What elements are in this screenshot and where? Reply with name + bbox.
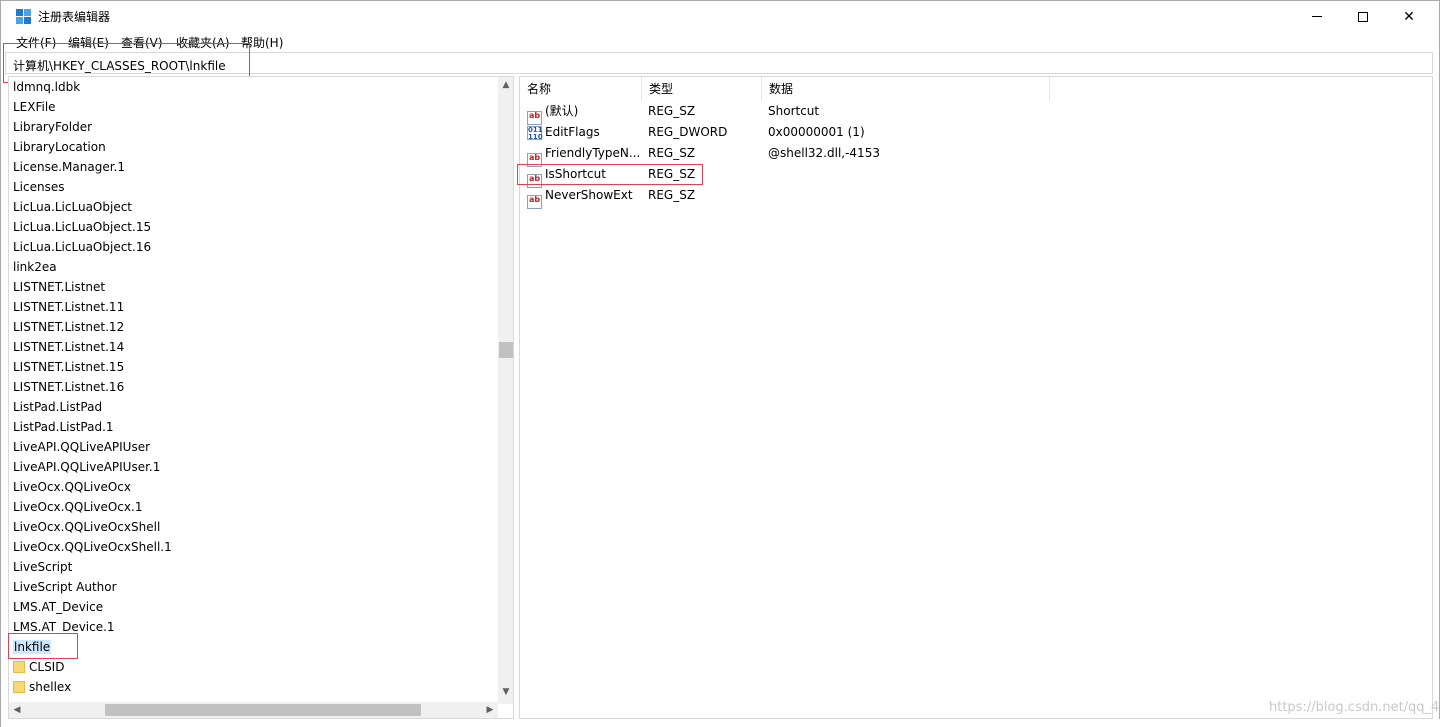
tree-item[interactable]: LibraryFolder xyxy=(13,117,92,137)
menu-bar: 文件(F) 编辑(E) 查看(V) 收藏夹(A) 帮助(H) xyxy=(1,32,1439,52)
string-value-icon: ab xyxy=(527,195,542,209)
tree-item[interactable]: link2ea xyxy=(13,257,57,277)
regedit-app-icon xyxy=(16,9,32,25)
menu-view[interactable]: 查看(V) xyxy=(121,34,163,51)
window-title: 注册表编辑器 xyxy=(38,10,111,24)
vertical-scroll-thumb[interactable] xyxy=(499,342,513,358)
scroll-down-icon[interactable]: ▼ xyxy=(498,684,513,700)
binary-value-icon: 011 110 xyxy=(527,126,543,141)
value-row[interactable]: ab FriendlyTypeN... REG_SZ @shell32.dll,-… xyxy=(520,143,1220,167)
value-row[interactable]: 011 110 EditFlags REG_DWORD 0x00000001 (1) xyxy=(520,122,1220,143)
folder-icon xyxy=(13,681,25,693)
close-button[interactable]: ✕ xyxy=(1386,1,1432,32)
tree-item[interactable]: Licenses xyxy=(13,177,65,197)
address-bar[interactable]: 计算机\HKEY_CLASSES_ROOT\lnkfile xyxy=(5,52,1433,74)
scroll-right-icon[interactable]: ▶ xyxy=(482,702,498,718)
minimize-icon xyxy=(1312,16,1322,17)
folder-icon xyxy=(13,661,25,673)
tree-item[interactable]: LiveScript xyxy=(13,557,72,577)
tree-item[interactable]: LISTNET.Listnet xyxy=(13,277,105,297)
tree-item[interactable]: License.Manager.1 xyxy=(13,157,125,177)
tree-item[interactable]: ldmnq.ldbk xyxy=(13,77,80,97)
tree-item[interactable]: LiveOcx.QQLiveOcxShell xyxy=(13,517,160,537)
tree-item[interactable]: LMS.AT_Device.1 xyxy=(13,617,115,637)
column-header-type[interactable]: 类型 xyxy=(642,77,762,101)
tree-item[interactable]: LISTNET.Listnet.16 xyxy=(13,377,124,397)
tree-subkey-clsid[interactable]: CLSID xyxy=(13,657,64,677)
regedit-window: 注册表编辑器 ✕ 文件(F) 编辑(E) 查看(V) 收藏夹(A) 帮助(H) … xyxy=(0,0,1440,727)
tree-item[interactable]: LiveAPI.QQLiveAPIUser xyxy=(13,437,150,457)
close-icon: ✕ xyxy=(1403,8,1415,25)
tree-item[interactable]: LiveOcx.QQLiveOcx xyxy=(13,477,131,497)
menu-file[interactable]: 文件(F) xyxy=(16,34,56,51)
tree-item[interactable]: LiveOcx.QQLiveOcxShell.1 xyxy=(13,537,172,557)
tree-item[interactable]: LiveAPI.QQLiveAPIUser.1 xyxy=(13,457,160,477)
values-pane[interactable]: 名称 类型 数据 ab (默认) REG_SZ Shortcut 011 110 Ed… xyxy=(519,76,1433,719)
maximize-icon xyxy=(1358,11,1368,22)
scroll-left-icon[interactable]: ◀ xyxy=(9,702,25,718)
title-bar: 注册表编辑器 ✕ xyxy=(1,1,1439,32)
tree-item[interactable]: LMS.AT_Device xyxy=(13,597,103,617)
tree-item[interactable]: LISTNET.Listnet.12 xyxy=(13,317,124,337)
tree-item[interactable]: LEXFile xyxy=(13,97,56,117)
tree-item-lnkfile[interactable]: lnkfile xyxy=(13,637,52,657)
value-row[interactable]: ab NeverShowExt REG_SZ xyxy=(520,185,1220,209)
key-tree-pane[interactable]: ldmnq.ldbk LEXFile LibraryFolder Library… xyxy=(8,76,514,719)
menu-favorites[interactable]: 收藏夹(A) xyxy=(176,34,230,51)
value-row[interactable]: ab (默认) REG_SZ Shortcut xyxy=(520,101,1220,125)
horizontal-scroll-thumb[interactable] xyxy=(105,704,421,716)
tree-item[interactable]: LicLua.LicLuaObject.16 xyxy=(13,237,151,257)
menu-edit[interactable]: 编辑(E) xyxy=(68,34,109,51)
tree-item[interactable]: LiveScript Author xyxy=(13,577,117,597)
tree-item[interactable]: LISTNET.Listnet.11 xyxy=(13,297,124,317)
column-header-data[interactable]: 数据 xyxy=(762,77,1050,101)
tree-item[interactable]: LISTNET.Listnet.15 xyxy=(13,357,124,377)
tree-item[interactable]: LibraryLocation xyxy=(13,137,106,157)
maximize-button[interactable] xyxy=(1340,1,1386,32)
tree-subkey-shellex[interactable]: shellex xyxy=(13,677,71,697)
tree-item[interactable]: ListPad.ListPad.1 xyxy=(13,417,114,437)
watermark: https://blog.csdn.net/qq_43249545 xyxy=(1269,700,1440,715)
minimize-button[interactable] xyxy=(1294,1,1340,32)
scroll-up-icon[interactable]: ▲ xyxy=(498,77,513,93)
menu-help[interactable]: 帮助(H) xyxy=(241,34,283,51)
tree-item[interactable]: LISTNET.Listnet.14 xyxy=(13,337,124,357)
tree-horizontal-scrollbar[interactable]: ◀ ▶ xyxy=(9,702,498,718)
tree-item[interactable]: LicLua.LicLuaObject xyxy=(13,197,132,217)
tree-item[interactable]: ListPad.ListPad xyxy=(13,397,102,417)
address-path[interactable]: 计算机\HKEY_CLASSES_ROOT\lnkfile xyxy=(13,57,226,74)
bottom-strip xyxy=(1,719,1440,727)
value-row-isshortcut[interactable]: ab IsShortcut REG_SZ xyxy=(520,164,1220,188)
column-header-name[interactable]: 名称 xyxy=(520,77,642,101)
tree-vertical-scrollbar[interactable]: ▲ ▼ xyxy=(498,77,513,704)
tree-item[interactable]: LicLua.LicLuaObject.15 xyxy=(13,217,151,237)
tree-item[interactable]: LiveOcx.QQLiveOcx.1 xyxy=(13,497,142,517)
